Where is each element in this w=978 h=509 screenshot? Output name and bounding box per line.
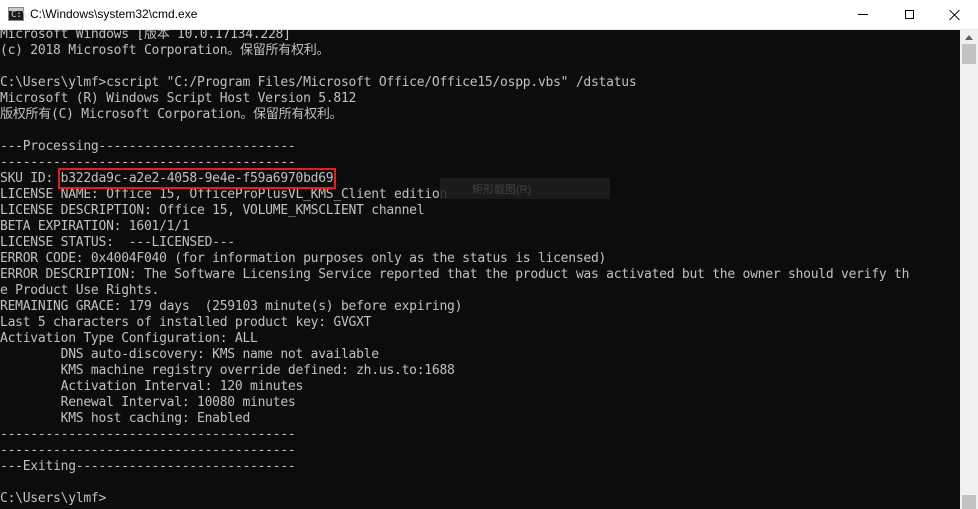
close-button[interactable] — [932, 0, 978, 29]
console-line: 版权所有(C) Microsoft Corporation。保留所有权利。 — [0, 107, 343, 122]
console-line: e Product Use Rights. — [0, 283, 160, 298]
cmd-window: C:\ C:\Windows\system32\cmd.exe Microsof… — [0, 0, 978, 509]
console-line: --------------------------------------- — [0, 443, 296, 458]
console-line: Renewal Interval: 10080 minutes — [0, 395, 296, 410]
scroll-up-button[interactable] — [960, 30, 978, 44]
console-line: DNS auto-discovery: KMS name not availab… — [0, 347, 379, 362]
console-line: Microsoft (R) Windows Script Host Versio… — [0, 91, 357, 106]
console-line: ---Processing-------------------------- — [0, 139, 296, 154]
console-line: Microsoft Windows [版本 10.0.17134.228] — [0, 30, 291, 42]
sku-label: SKU ID: — [0, 171, 61, 186]
cmd-icon[interactable]: C:\ — [8, 7, 28, 21]
console-line: BETA EXPIRATION: 1601/1/1 — [0, 219, 190, 234]
console-line: LICENSE STATUS: ---LICENSED--- — [0, 235, 235, 250]
screenshot-tool-menu[interactable]: 矩形截图(R) — [440, 178, 610, 199]
rect-capture-label: 矩形截图(R) — [472, 184, 532, 196]
close-icon — [949, 9, 961, 21]
console-line: REMAINING GRACE: 179 days (259103 minute… — [0, 299, 463, 314]
window-title: C:\Windows\system32\cmd.exe — [30, 7, 198, 21]
console-line: C:\Users\ylmf>cscript "C:/Program Files/… — [0, 75, 637, 90]
console-line: Last 5 characters of installed product k… — [0, 315, 372, 330]
console-line: (c) 2018 Microsoft Corporation。保留所有权利。 — [0, 43, 330, 58]
console-line: Activation Type Configuration: ALL — [0, 331, 258, 346]
console-line: ERROR DESCRIPTION: The Software Licensin… — [0, 267, 910, 282]
console-line: Activation Interval: 120 minutes — [0, 379, 304, 394]
arrow-up-icon — [965, 34, 973, 40]
console-text: Microsoft Windows [版本 10.0.17134.228] (c)… — [0, 30, 909, 507]
console-line: --------------------------------------- — [0, 427, 296, 442]
cmd-icon-text: C:\ — [11, 10, 28, 20]
maximize-button[interactable] — [886, 0, 932, 29]
minimize-button[interactable] — [840, 0, 886, 29]
console-line: KMS machine registry override defined: z… — [0, 363, 455, 378]
title-bar[interactable]: C:\ C:\Windows\system32\cmd.exe — [0, 0, 978, 30]
minimize-icon — [858, 14, 868, 15]
scrollbar-track-end[interactable] — [962, 495, 976, 509]
console-line: C:\Users\ylmf> — [0, 491, 107, 506]
console-output[interactable]: Microsoft Windows [版本 10.0.17134.228] (c)… — [0, 30, 960, 509]
console-line: ---Exiting----------------------------- — [0, 459, 296, 474]
console-line: ERROR CODE: 0x4004F040 (for information … — [0, 251, 607, 266]
console-line: KMS host caching: Enabled — [0, 411, 251, 426]
console-line: LICENSE DESCRIPTION: Office 15, VOLUME_K… — [0, 203, 425, 218]
sku-id-highlighted: b322da9c-a2e2-4058-9e4e-f59a6970bd69 — [57, 168, 337, 189]
scrollbar-thumb[interactable] — [962, 44, 976, 64]
console-line: --------------------------------------- — [0, 155, 296, 170]
maximize-icon — [904, 10, 914, 19]
vertical-scrollbar[interactable] — [960, 30, 978, 509]
